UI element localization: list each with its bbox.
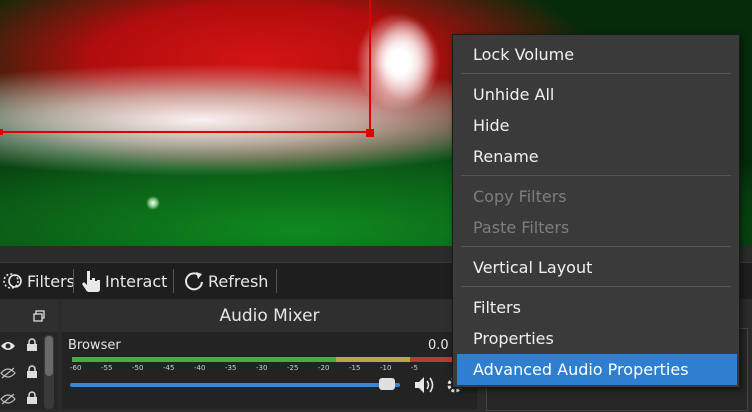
menu-item-lock-volume[interactable]: Lock Volume <box>453 39 739 70</box>
volume-slider-track[interactable] <box>70 383 400 387</box>
menu-divider <box>461 246 731 247</box>
volume-slider-thumb[interactable] <box>379 378 395 390</box>
meter-green-segment <box>72 357 336 362</box>
meter-tick-label: -40 <box>194 364 206 372</box>
interact-button[interactable]: Interact <box>80 267 167 295</box>
sources-scrollbar-thumb[interactable] <box>45 336 53 376</box>
meter-tick-label: -25 <box>287 364 299 372</box>
filters-button[interactable]: Filters <box>2 267 75 295</box>
interact-label: Interact <box>105 271 168 291</box>
eye-hidden-icon[interactable] <box>0 393 16 405</box>
volume-meter <box>72 357 460 363</box>
meter-tick-label: -15 <box>349 364 361 372</box>
selection-resize-handle[interactable] <box>366 129 374 137</box>
meter-tick-label: -5 <box>411 364 418 372</box>
filters-icon <box>3 273 22 289</box>
meter-tick-label: -50 <box>132 364 144 372</box>
menu-divider <box>461 175 731 176</box>
refresh-icon <box>185 272 203 291</box>
sources-panel <box>0 300 58 409</box>
meter-tick-label: -55 <box>101 364 113 372</box>
menu-item-paste-filters: Paste Filters <box>473 218 570 237</box>
context-menu: Lock Volume Unhide All Hide Rename Copy … <box>452 34 740 388</box>
selection-box-right-edge <box>369 0 371 133</box>
menu-item-unhide-all[interactable]: Unhide All <box>453 79 739 110</box>
meter-tick-label: -60 <box>70 364 82 372</box>
menu-item-properties[interactable]: Properties <box>453 323 739 354</box>
menu-item-rename[interactable]: Rename <box>453 141 739 172</box>
meter-yellow-segment <box>336 357 410 362</box>
audio-mixer-title: Audio Mixer <box>62 300 477 332</box>
meter-tick-label: -30 <box>256 364 268 372</box>
hand-pointer-icon <box>82 271 100 292</box>
meter-scale: -60 -55 -50 -45 -40 -35 -30 -25 -20 -15 -10 -5 <box>70 364 450 376</box>
selection-box-bottom-edge <box>0 131 370 133</box>
menu-divider <box>461 73 731 74</box>
filters-label: Filters <box>27 271 75 291</box>
meter-tick-label: -20 <box>318 364 330 372</box>
menu-item-filters[interactable]: Filters <box>453 292 739 323</box>
lock-icon[interactable] <box>26 391 38 405</box>
light-flare <box>360 0 450 120</box>
lock-icon[interactable] <box>26 338 38 352</box>
menu-divider <box>461 286 731 287</box>
eye-hidden-icon[interactable] <box>0 367 16 379</box>
menu-item-copy-filters: Copy Filters <box>473 187 567 206</box>
meter-tick-label: -45 <box>163 364 175 372</box>
menu-item-vertical-layout[interactable]: Vertical Layout <box>453 252 739 283</box>
toolbar-separator <box>276 269 277 293</box>
sources-header <box>0 300 58 332</box>
eye-icon[interactable] <box>0 340 16 352</box>
refresh-label: Refresh <box>208 271 269 291</box>
meter-tick-label: -10 <box>380 364 392 372</box>
lock-icon[interactable] <box>26 365 38 379</box>
track-db-value: 0.0 <box>428 338 449 353</box>
selection-resize-handle-left[interactable] <box>0 129 3 135</box>
light-sparkle <box>146 196 160 210</box>
undock-icon[interactable] <box>33 310 45 322</box>
refresh-button[interactable]: Refresh <box>183 267 268 295</box>
speaker-icon[interactable] <box>413 375 435 395</box>
track-name: Browser <box>68 338 121 353</box>
menu-item-hide[interactable]: Hide <box>453 110 739 141</box>
toolbar-separator <box>173 269 174 293</box>
toolbar-separator <box>73 269 74 293</box>
meter-tick-label: -35 <box>225 364 237 372</box>
menu-item-advanced-audio-properties[interactable]: Advanced Audio Properties <box>457 354 737 385</box>
